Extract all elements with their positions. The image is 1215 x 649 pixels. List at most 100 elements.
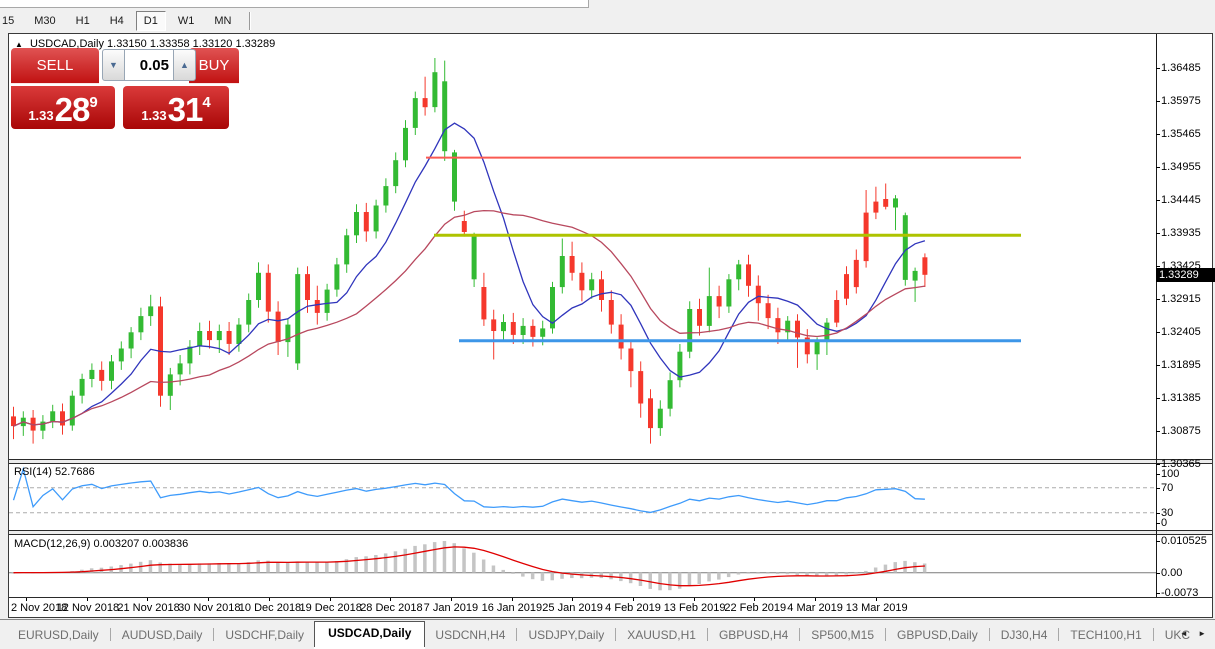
tf-button-D1[interactable]: D1	[136, 11, 166, 31]
tab-divider	[1153, 628, 1154, 641]
tab-divider	[516, 628, 517, 641]
macd-label: MACD(12,26,9) 0.003207 0.003836	[14, 538, 188, 550]
date-tick	[147, 598, 148, 601]
tab-item-sp500-m15[interactable]: SP500,M15	[801, 624, 884, 646]
chart-tabs-bar: EURUSD,DailyAUDUSD,DailyUSDCHF,DailyUSDC…	[0, 619, 1215, 649]
chart-title: ▲ USDCAD,Daily 1.33150 1.33358 1.33120 1…	[15, 38, 275, 50]
tab-item-usdcad-daily[interactable]: USDCAD,Daily	[314, 621, 425, 647]
one-click-trade-panel: SELL ▼ ▲ BUY 1.33 28 9 1.33 31 4	[11, 48, 239, 130]
ask-price-pip: 4	[202, 94, 210, 111]
bid-price-prefix: 1.33	[28, 108, 53, 123]
price-axis-label: 1.30875	[1161, 425, 1201, 437]
date-label: 7 Jan 2019	[421, 602, 481, 614]
price-axis-label: 1.36485	[1161, 62, 1201, 74]
date-tick	[330, 598, 331, 601]
macd-axis-label: -0.0073	[1161, 587, 1198, 599]
date-label: 4 Feb 2019	[603, 602, 663, 614]
date-tick	[633, 598, 634, 601]
date-label: 4 Mar 2019	[785, 602, 845, 614]
macd-axis-label: 0.010525	[1161, 535, 1207, 547]
tab-divider	[110, 628, 111, 641]
date-label: 13 Mar 2019	[846, 602, 906, 614]
price-axis-label: 1.34955	[1161, 161, 1201, 173]
tf-button-M30[interactable]: M30	[26, 11, 63, 31]
tf-button-W1[interactable]: W1	[170, 11, 203, 31]
rsi-axis-label: 0	[1161, 517, 1167, 529]
tab-divider	[213, 628, 214, 641]
tab-divider	[989, 628, 990, 641]
bid-price-display[interactable]: 1.33 28 9	[11, 86, 115, 129]
date-label: 16 Jan 2019	[482, 602, 542, 614]
date-tick	[26, 598, 27, 601]
price-axis-label: 1.31895	[1161, 359, 1201, 371]
volume-stepper: ▼ ▲	[102, 49, 196, 81]
date-tick	[269, 598, 270, 601]
chart-window[interactable]: ▲ USDCAD,Daily 1.33150 1.33358 1.33120 1…	[8, 33, 1213, 618]
date-tick	[87, 598, 88, 601]
date-label: 12 Nov 2018	[57, 602, 117, 614]
buy-button[interactable]: BUY	[189, 48, 239, 84]
tab-item-usdjpy-daily[interactable]: USDJPY,Daily	[518, 624, 614, 646]
date-label: 10 Dec 2018	[239, 602, 299, 614]
current-price-badge: 1.33289	[1156, 268, 1215, 282]
date-tick	[208, 598, 209, 601]
macd-axis-label: 0.00	[1161, 567, 1182, 579]
tab-divider	[615, 628, 616, 641]
price-axis-label: 1.33935	[1161, 227, 1201, 239]
date-tick	[451, 598, 452, 601]
sell-button[interactable]: SELL	[11, 48, 99, 84]
chevron-up-icon: ▲	[180, 60, 189, 70]
collapse-triangle-icon: ▲	[15, 40, 23, 49]
tab-item-eurusd-daily[interactable]: EURUSD,Daily	[8, 624, 109, 646]
volume-increase-button[interactable]: ▲	[173, 49, 196, 81]
date-label: 13 Feb 2019	[664, 602, 724, 614]
date-label: 30 Nov 2018	[178, 602, 238, 614]
bid-price-big: 28	[55, 93, 90, 127]
tab-item-usdcnh-h4[interactable]: USDCNH,H4	[425, 624, 515, 646]
price-axis-label: 1.34445	[1161, 194, 1201, 206]
tab-item-usdchf-daily[interactable]: USDCHF,Daily	[215, 624, 314, 646]
date-tick	[572, 598, 573, 601]
tab-divider	[707, 628, 708, 641]
tf-button-MN[interactable]: MN	[206, 11, 239, 31]
upper-panel-edge	[0, 0, 589, 8]
tab-item-tech100-h1[interactable]: TECH100,H1	[1060, 624, 1151, 646]
volume-decrease-button[interactable]: ▼	[102, 49, 125, 81]
chart-symbol-label: USDCAD,Daily	[30, 38, 104, 50]
tab-divider	[799, 628, 800, 641]
tab-item-gbpusd-h4[interactable]: GBPUSD,H4	[709, 624, 798, 646]
tab-divider	[885, 628, 886, 641]
price-axis-label: 1.35465	[1161, 128, 1201, 140]
rsi-axis-label: 100	[1161, 468, 1179, 480]
price-axis-label: 1.32915	[1161, 293, 1201, 305]
date-tick	[754, 598, 755, 601]
tab-scroll-left-button[interactable]: ◄	[1180, 629, 1192, 638]
price-axis-label: 1.31385	[1161, 392, 1201, 404]
tab-scroll-right-button[interactable]: ►	[1198, 629, 1210, 638]
date-tick	[512, 598, 513, 601]
tf-button-15[interactable]: 15	[0, 11, 22, 31]
rsi-panel-canvas[interactable]	[9, 463, 1156, 530]
tab-item-dj30-h4[interactable]: DJ30,H4	[991, 624, 1058, 646]
date-tick	[694, 598, 695, 601]
tf-button-H4[interactable]: H4	[102, 11, 132, 31]
date-label: 19 Dec 2018	[300, 602, 360, 614]
price-axis-label: 1.32405	[1161, 326, 1201, 338]
tab-item-audusd-daily[interactable]: AUDUSD,Daily	[112, 624, 213, 646]
volume-input[interactable]	[125, 49, 173, 81]
tf-button-H1[interactable]: H1	[68, 11, 98, 31]
date-tick	[876, 598, 877, 601]
tab-item-xauusd-h1[interactable]: XAUUSD,H1	[617, 624, 706, 646]
ask-price-big: 31	[168, 93, 203, 127]
date-tick	[815, 598, 816, 601]
ask-price-display[interactable]: 1.33 31 4	[123, 86, 229, 129]
tab-divider	[1058, 628, 1059, 641]
tab-scroll-buttons: ◄ ►	[1180, 629, 1210, 638]
date-label: 28 Dec 2018	[360, 602, 420, 614]
price-axis-label: 1.35975	[1161, 95, 1201, 107]
chevron-down-icon: ▼	[109, 60, 118, 70]
toolbar-separator	[249, 12, 251, 30]
tab-item-gbpusd-daily[interactable]: GBPUSD,Daily	[887, 624, 988, 646]
ask-price-prefix: 1.33	[141, 108, 166, 123]
date-label: 22 Feb 2019	[724, 602, 784, 614]
